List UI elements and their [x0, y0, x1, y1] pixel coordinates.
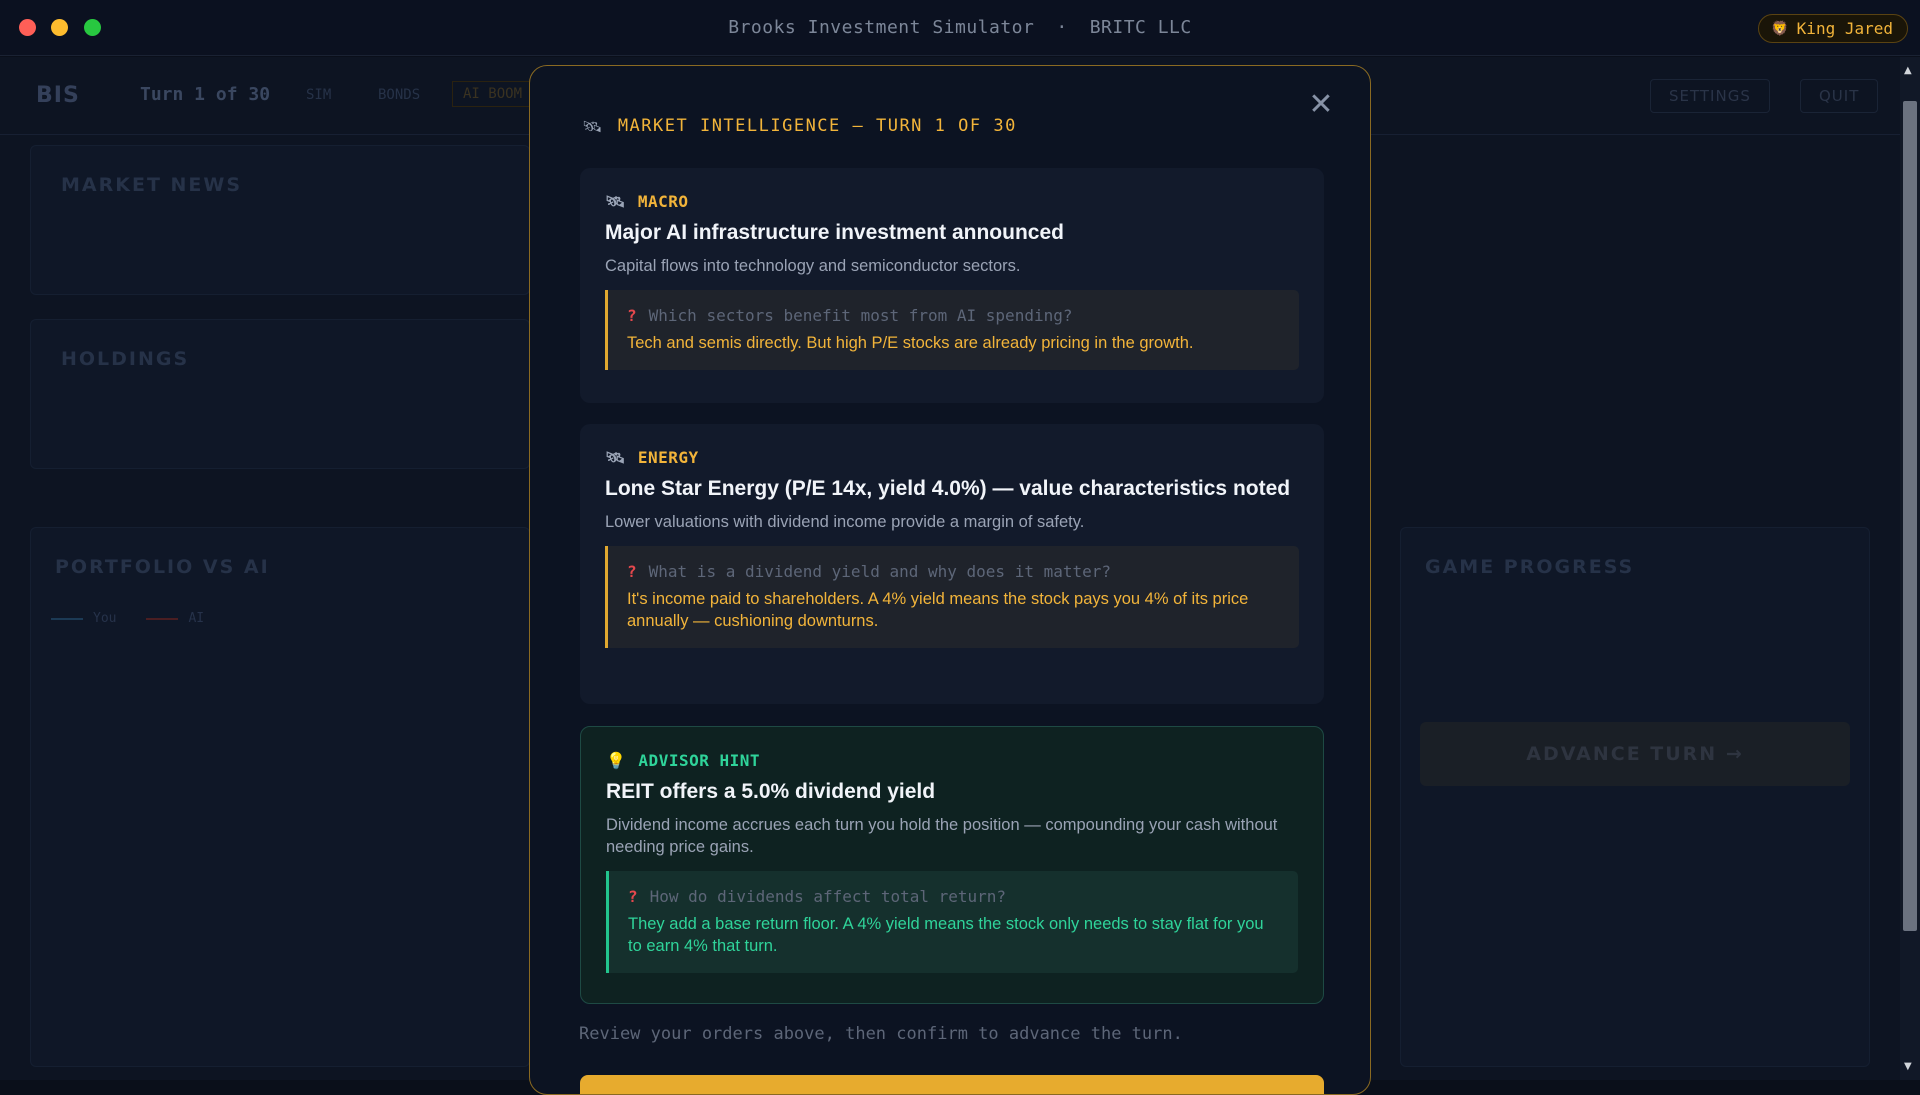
market-intelligence-modal: ✕ 🛰 MARKET INTELLIGENCE — TURN 1 OF 30 🛰… — [529, 65, 1371, 1095]
question-mark-icon: ? — [628, 887, 638, 906]
question-mark-icon: ? — [627, 562, 637, 581]
card-tag-label: ENERGY — [637, 448, 699, 467]
answer-text: Tech and semis directly. But high P/E st… — [627, 334, 1194, 352]
card-tag-label: MACRO — [637, 192, 689, 211]
legend-you: You — [93, 611, 117, 626]
tab-ai-boom[interactable]: AI BOOM — [452, 81, 534, 107]
answer-text: They add a base return floor. A 4% yield… — [628, 915, 1264, 955]
card-description: Lower valuations with dividend income pr… — [605, 513, 1085, 531]
portfolio-panel: PORTFOLIO VS AI You AI — [30, 527, 530, 1067]
card-description: Capital flows into technology and semico… — [605, 257, 1021, 275]
settings-button[interactable]: SETTINGS — [1650, 79, 1770, 113]
card-title: REIT offers a 5.0% dividend yield — [606, 780, 936, 803]
answer-text: It's income paid to shareholders. A 4% y… — [627, 590, 1249, 630]
card-description: Dividend income accrues each turn you ho… — [606, 816, 1278, 856]
legend-ai-line — [146, 617, 179, 620]
window-title: Brooks Investment Simulator · BRITC LLC — [0, 17, 1920, 38]
user-name: King Jared — [1796, 19, 1893, 38]
question-text: What is a dividend yield and why does it… — [648, 562, 1112, 581]
question-text: Which sectors benefit most from AI spend… — [648, 306, 1073, 325]
satellite-icon: 🛰 — [582, 116, 604, 136]
app-logo: BIS — [36, 83, 80, 108]
scroll-thumb[interactable] — [1903, 101, 1917, 931]
turn-indicator: Turn 1 of 30 — [140, 84, 271, 105]
close-icon[interactable]: ✕ — [1308, 90, 1334, 120]
card-tag: 💡 ADVISOR HINT — [606, 751, 1298, 770]
satellite-icon: 🛰 — [605, 192, 626, 211]
portfolio-legend: You AI — [51, 611, 204, 626]
scroll-down-arrow-icon[interactable]: ▼ — [1904, 1061, 1912, 1072]
satellite-icon: 🛰 — [605, 448, 626, 467]
title-separator: · — [1056, 17, 1068, 38]
portfolio-title: PORTFOLIO VS AI — [55, 556, 270, 578]
lightbulb-icon: 💡 — [606, 751, 627, 770]
card-title: Lone Star Energy (P/E 14x, yield 4.0%) —… — [605, 477, 1291, 500]
advance-turn-button[interactable]: ADVANCE TURN → — [1420, 722, 1850, 786]
qa-box[interactable]: ? What is a dividend yield and why does … — [605, 546, 1299, 648]
confirm-button[interactable] — [580, 1075, 1324, 1094]
news-card-energy: 🛰 ENERGY Lone Star Energy (P/E 14x, yiel… — [580, 424, 1324, 704]
market-news-panel: MARKET NEWS — [30, 145, 530, 295]
qa-box[interactable]: ? Which sectors benefit most from AI spe… — [605, 290, 1299, 370]
game-progress-title: GAME PROGRESS — [1425, 556, 1635, 578]
company-name: BRITC LLC — [1089, 17, 1192, 38]
holdings-title: HOLDINGS — [61, 348, 190, 370]
scroll-up-arrow-icon[interactable]: ▲ — [1904, 65, 1912, 76]
question-mark-icon: ? — [627, 306, 637, 325]
modal-title: MARKET INTELLIGENCE — TURN 1 OF 30 — [617, 116, 1017, 136]
qa-box[interactable]: ? How do dividends affect total return? … — [606, 871, 1298, 973]
tab-sim[interactable]: SIM — [306, 87, 331, 103]
question: ? Which sectors benefit most from AI spe… — [627, 306, 1279, 325]
card-tag: 🛰 MACRO — [605, 192, 1299, 211]
quit-button[interactable]: QUIT — [1800, 79, 1879, 113]
title-bar: Brooks Investment Simulator · BRITC LLC 🦁 … — [0, 0, 1920, 56]
user-badge[interactable]: 🦁 King Jared — [1758, 14, 1908, 43]
holdings-panel: HOLDINGS — [30, 319, 530, 469]
question-text: How do dividends affect total return? — [649, 887, 1007, 906]
advisor-hint-card: 💡 ADVISOR HINT REIT offers a 5.0% divide… — [580, 726, 1324, 1004]
lion-icon: 🦁 — [1771, 20, 1789, 37]
scrollbar[interactable]: ▲ ▼ — [1900, 57, 1920, 1080]
question: ? How do dividends affect total return? — [628, 887, 1278, 906]
modal-header: 🛰 MARKET INTELLIGENCE — TURN 1 OF 30 — [582, 116, 1017, 136]
legend-ai: AI — [188, 611, 205, 626]
news-card-macro: 🛰 MACRO Major AI infrastructure investme… — [580, 168, 1324, 403]
question: ? What is a dividend yield and why does … — [627, 562, 1279, 581]
card-tag: 🛰 ENERGY — [605, 448, 1299, 467]
game-progress-panel: GAME PROGRESS — [1400, 527, 1870, 1067]
app-name: Brooks Investment Simulator — [728, 17, 1035, 38]
legend-you-line — [51, 617, 83, 620]
tab-bonds[interactable]: BONDS — [378, 87, 420, 103]
market-news-title: MARKET NEWS — [61, 174, 243, 196]
card-title: Major AI infrastructure investment annou… — [605, 221, 1064, 244]
card-tag-label: ADVISOR HINT — [638, 751, 761, 770]
footer-note: Review your orders above, then confirm t… — [579, 1024, 1183, 1044]
